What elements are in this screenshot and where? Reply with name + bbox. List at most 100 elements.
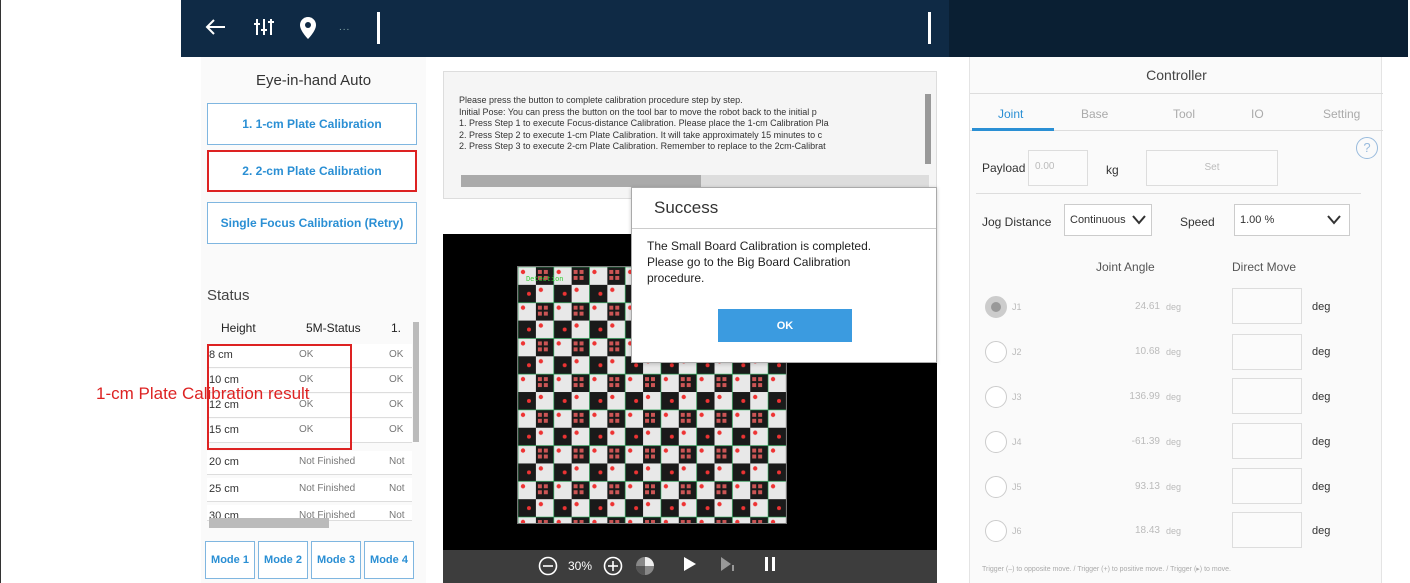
- status-cell: OK: [389, 399, 404, 410]
- instruction-line: 1. Press Step 1 to execute Focus-distanc…: [459, 118, 829, 128]
- tab-base[interactable]: Base: [1081, 107, 1108, 121]
- direct-move-input[interactable]: [1232, 423, 1302, 459]
- top-toolbar: ...: [181, 0, 1408, 57]
- toolbar-divider: [928, 12, 931, 44]
- detection-overlay-text: Detection: [526, 276, 563, 284]
- arrow-left-icon[interactable]: [205, 16, 227, 43]
- jog-distance-select[interactable]: Continuous: [1064, 204, 1152, 236]
- joint-radio-j5[interactable]: [985, 476, 1007, 498]
- payload-label: Payload: [982, 161, 1026, 175]
- direct-move-unit: deg: [1312, 525, 1331, 537]
- column-header: Height: [221, 321, 256, 335]
- status-label: Status: [207, 287, 250, 304]
- dialog-title: Success: [654, 198, 719, 217]
- controller-panel: Controller Joint Base Tool IO Setting ? …: [969, 57, 1383, 583]
- joint-radio-j6[interactable]: [985, 520, 1007, 542]
- joint-angle-value: 136.99: [1129, 391, 1160, 402]
- joint-name: J1: [1012, 302, 1022, 312]
- joint-radio-j1[interactable]: [985, 296, 1007, 318]
- height-cell: 20 cm: [209, 456, 239, 468]
- panel-title: Eye-in-hand Auto: [255, 72, 372, 89]
- table-row[interactable]: 25 cm Not Finished Not: [207, 478, 412, 502]
- location-pin-icon[interactable]: [299, 16, 317, 45]
- pause-icon[interactable]: [763, 556, 777, 577]
- controller-title: Controller: [1146, 67, 1207, 83]
- instruction-line: Please press the button to complete cali…: [459, 95, 743, 105]
- instructions-horizontal-scrollbar[interactable]: [461, 175, 701, 187]
- payload-input[interactable]: 0.00: [1028, 150, 1088, 186]
- more-icon[interactable]: ...: [339, 22, 350, 33]
- joint-angle-value: 24.61: [1134, 301, 1160, 312]
- eye-in-hand-panel: Eye-in-hand Auto 1. 1-cm Plate Calibrati…: [201, 57, 426, 583]
- joint-radio-j4[interactable]: [985, 431, 1007, 453]
- mode-4-button[interactable]: Mode 4: [364, 541, 414, 579]
- joint-name: J4: [1012, 437, 1022, 447]
- direct-move-header: Direct Move: [1232, 260, 1297, 274]
- play-icon[interactable]: [683, 556, 697, 577]
- jog-distance-label: Jog Distance: [982, 215, 1052, 229]
- payload-unit: kg: [1106, 163, 1119, 177]
- status-cell: OK: [389, 424, 404, 435]
- joint-angle-header: Joint Angle: [1096, 260, 1155, 274]
- mode-1-button[interactable]: Mode 1: [205, 541, 255, 579]
- zoom-in-icon[interactable]: [603, 556, 623, 581]
- direct-move-unit: deg: [1312, 391, 1331, 403]
- direct-move-input[interactable]: [1232, 512, 1302, 548]
- joint-name: J5: [1012, 482, 1022, 492]
- jog-distance-value: Continuous: [1070, 214, 1126, 226]
- table-row[interactable]: 20 cm Not Finished Not: [207, 451, 412, 475]
- active-tab-indicator: [972, 128, 1054, 131]
- chevron-down-icon: [1327, 215, 1341, 225]
- dialog-message-line: Please go to the Big Board Calibration: [647, 255, 851, 269]
- joint-angle-unit: deg: [1166, 347, 1182, 357]
- tab-tool[interactable]: Tool: [1173, 107, 1195, 121]
- single-focus-calibration-button[interactable]: Single Focus Calibration (Retry): [207, 202, 417, 244]
- plate-2cm-calibration-button[interactable]: 2. 2-cm Plate Calibration: [207, 150, 417, 192]
- step-forward-icon[interactable]: [720, 556, 736, 577]
- aperture-icon[interactable]: [635, 556, 655, 581]
- joint-radio-j3[interactable]: [985, 386, 1007, 408]
- set-button[interactable]: Set: [1146, 150, 1278, 186]
- plate-1cm-calibration-button[interactable]: 1. 1-cm Plate Calibration: [207, 103, 417, 145]
- success-dialog: Success The Small Board Calibration is c…: [631, 187, 937, 363]
- divider: [976, 193, 1361, 194]
- app-window: ... Eye-in-hand Auto 1. 1-cm Plate Calib…: [181, 0, 1408, 583]
- height-cell: 25 cm: [209, 483, 239, 495]
- joint-radio-j2[interactable]: [985, 341, 1007, 363]
- direct-move-input[interactable]: [1232, 334, 1302, 370]
- direct-move-unit: deg: [1312, 436, 1331, 448]
- tab-joint[interactable]: Joint: [998, 107, 1023, 121]
- joint-name: J2: [1012, 347, 1022, 357]
- sliders-icon[interactable]: [253, 16, 275, 43]
- status-cell: Not: [389, 456, 405, 467]
- camera-control-bar: 30%: [443, 550, 937, 583]
- help-icon[interactable]: ?: [1356, 137, 1378, 159]
- direct-move-unit: deg: [1312, 301, 1331, 313]
- status-cell: OK: [389, 374, 404, 385]
- table-vertical-scrollbar[interactable]: [413, 322, 419, 442]
- instruction-line: 2. Press Step 2 to execute 1-cm Plate Ca…: [459, 129, 823, 140]
- direct-move-input[interactable]: [1232, 288, 1302, 324]
- tab-io[interactable]: IO: [1251, 107, 1264, 121]
- direct-move-input[interactable]: [1232, 378, 1302, 414]
- direct-move-input[interactable]: [1232, 468, 1302, 504]
- ok-button[interactable]: OK: [718, 309, 852, 342]
- zoom-out-icon[interactable]: [538, 556, 558, 581]
- speed-value: 1.00 %: [1240, 214, 1275, 226]
- joint-angle-value: -61.39: [1131, 436, 1160, 447]
- direct-move-unit: deg: [1312, 346, 1331, 358]
- instructions-vertical-scrollbar[interactable]: [925, 94, 931, 164]
- tab-setting[interactable]: Setting: [1323, 107, 1360, 121]
- table-horizontal-scrollbar[interactable]: [209, 518, 329, 528]
- speed-select[interactable]: 1.00 %: [1234, 204, 1350, 236]
- joint-name: J3: [1012, 392, 1022, 402]
- joint-angle-unit: deg: [1166, 437, 1182, 447]
- trigger-footnote: Trigger (–) to opposite move. / Trigger …: [982, 566, 1231, 573]
- mode-2-button[interactable]: Mode 2: [258, 541, 308, 579]
- toolbar-right-area: [949, 0, 1408, 57]
- mode-3-button[interactable]: Mode 3: [311, 541, 361, 579]
- joint-angle-unit: deg: [1166, 302, 1182, 312]
- joint-angle-unit: deg: [1166, 526, 1182, 536]
- status-cell: Not: [389, 483, 405, 494]
- instruction-line: Initial Pose: You can press the button o…: [459, 106, 817, 117]
